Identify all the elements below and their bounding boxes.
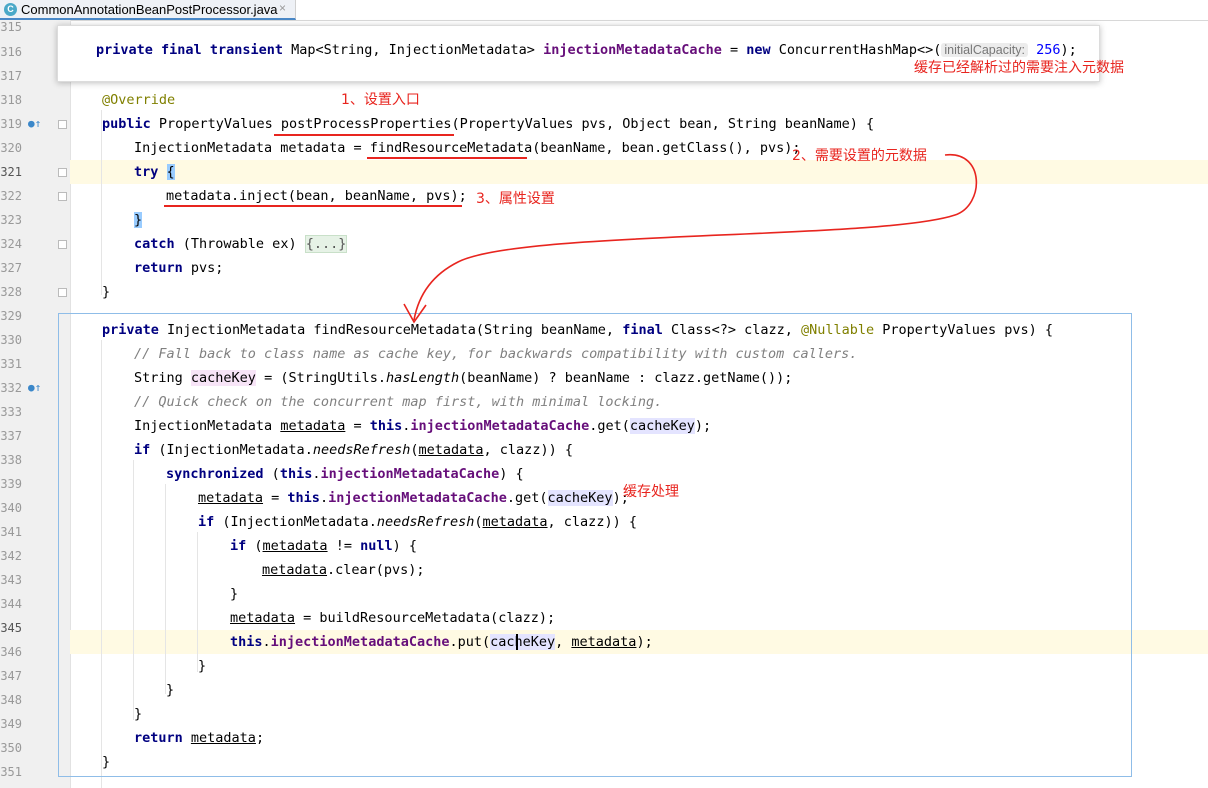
- annotation-entry: 1、设置入口: [341, 92, 420, 108]
- annotation-property-set: 3、属性设置: [476, 191, 555, 207]
- annotation-cache-handling: 缓存处理: [623, 484, 679, 500]
- annotation-arrow: [403, 154, 978, 324]
- annotation-cache-metadata: 缓存已经解析过的需要注入元数据: [914, 60, 1124, 76]
- annotation-metadata: 2、需要设置的元数据: [792, 148, 927, 164]
